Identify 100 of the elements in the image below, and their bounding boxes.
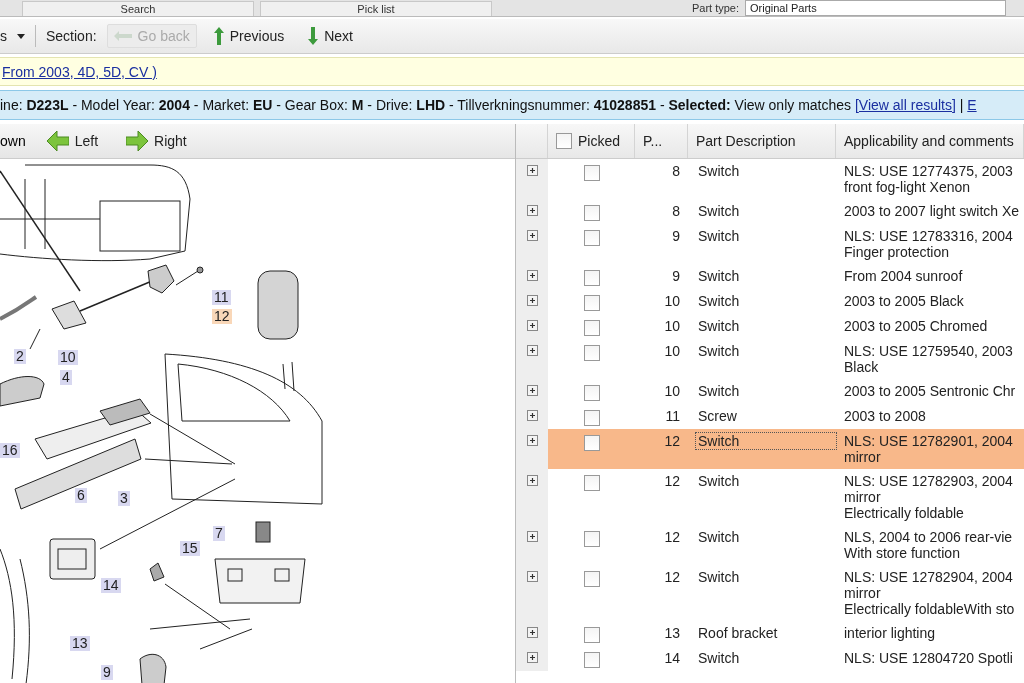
description-cell-text: Switch xyxy=(697,569,741,585)
description-cell: Switch xyxy=(696,433,836,449)
comment-line: 2003 to 2005 Chromed xyxy=(844,318,989,334)
callout-number[interactable]: 6 xyxy=(75,488,87,503)
part-type-field[interactable]: Original Parts xyxy=(745,0,1006,16)
callout-number[interactable]: 9 xyxy=(101,665,113,680)
menu-label: s xyxy=(0,28,7,44)
position-cell-text: 12 xyxy=(663,473,681,489)
expand-icon[interactable] xyxy=(526,652,538,663)
pick-checkbox[interactable] xyxy=(584,385,600,401)
pick-checkbox[interactable] xyxy=(584,571,600,587)
left-arrow-icon xyxy=(113,31,132,41)
callout-number[interactable]: 11 xyxy=(212,290,231,305)
pick-checkbox[interactable] xyxy=(584,410,600,426)
expand-icon[interactable] xyxy=(526,627,538,638)
callout-number[interactable]: 15 xyxy=(180,541,200,556)
pick-checkbox[interactable] xyxy=(584,205,600,221)
down-button[interactable]: own xyxy=(0,133,26,149)
description-cell-text: Switch xyxy=(697,650,741,666)
comment-line: front fog-light Xenon xyxy=(844,179,972,195)
position-cell-text: 10 xyxy=(663,318,681,334)
pick-checkbox[interactable] xyxy=(584,435,600,451)
column-header[interactable]: Applicability and comments xyxy=(844,133,1014,149)
expand-icon[interactable] xyxy=(526,270,538,281)
position-cell-text: 9 xyxy=(671,268,681,284)
expand-icon[interactable] xyxy=(526,410,538,421)
comment-line: NLS: USE 12774375, 2003 xyxy=(844,163,1014,179)
extra-link[interactable]: E xyxy=(967,97,977,113)
callout-number[interactable]: 3 xyxy=(118,491,130,506)
view-all-link[interactable]: [View all results] xyxy=(854,97,956,113)
table-row[interactable]: 12 Switch NLS: USE 12782901, 2004 mirror xyxy=(516,429,1024,469)
nav-button[interactable]: Next xyxy=(301,23,360,49)
pick-checkbox[interactable] xyxy=(584,531,600,547)
callout-number[interactable]: 2 xyxy=(14,349,26,364)
comment-line: From 2004 sunroof xyxy=(844,268,964,284)
caret-icon[interactable] xyxy=(17,33,25,39)
expand-icon[interactable] xyxy=(526,435,538,446)
comment-line: mirror xyxy=(844,585,882,601)
expand-icon[interactable] xyxy=(526,531,538,542)
expand-icon[interactable] xyxy=(526,230,538,241)
description-cell-text: Switch xyxy=(697,529,741,545)
position-cell-text: 12 xyxy=(663,569,681,585)
nav-button[interactable]: Previous xyxy=(206,23,292,49)
pick-checkbox[interactable] xyxy=(584,320,600,336)
comment-line: mirror xyxy=(844,449,882,465)
pick-checkbox[interactable] xyxy=(584,230,600,246)
callout-number[interactable]: 4 xyxy=(60,370,72,385)
position-cell-text: 13 xyxy=(663,625,681,641)
comment-line: 2003 to 2007 light switch Xe xyxy=(844,203,1021,219)
callout-number[interactable]: 7 xyxy=(213,526,225,541)
model-link[interactable]: From 2003, 4D, 5D, CV ) xyxy=(2,63,157,80)
pick-checkbox[interactable] xyxy=(584,652,600,668)
description-cell-text: Switch xyxy=(697,268,741,284)
select-all-checkbox[interactable] xyxy=(556,133,572,149)
position-cell-text: 12 xyxy=(663,433,681,449)
top-tab[interactable]: Search xyxy=(22,1,254,16)
column-header[interactable]: P... xyxy=(643,133,663,149)
comment-line: interior lighting xyxy=(844,625,937,641)
top-tab[interactable]: Pick list xyxy=(260,1,492,16)
description-cell-text: Screw xyxy=(697,408,738,424)
comment-line: NLS: USE 12759540, 2003 xyxy=(844,343,1014,359)
column-header[interactable]: Part Description xyxy=(696,133,796,149)
part-type-label: Part type: xyxy=(691,2,739,14)
comment-line: NLS, 2004 to 2006 rear-vie xyxy=(844,529,1014,545)
pan-button[interactable]: Right xyxy=(119,127,194,155)
pick-checkbox[interactable] xyxy=(584,165,600,181)
description-cell-text: Switch xyxy=(697,228,741,244)
position-cell-text: 8 xyxy=(671,163,681,179)
pick-checkbox[interactable] xyxy=(584,295,600,311)
pick-checkbox[interactable] xyxy=(584,345,600,361)
expand-icon[interactable] xyxy=(526,165,538,176)
expand-icon[interactable] xyxy=(526,385,538,396)
right-arrow-icon xyxy=(126,131,149,151)
position-cell-text: 14 xyxy=(663,650,681,666)
pick-checkbox[interactable] xyxy=(584,475,600,491)
expand-icon[interactable] xyxy=(526,295,538,306)
expand-icon[interactable] xyxy=(526,205,538,216)
expand-icon[interactable] xyxy=(526,571,538,582)
position-cell-text: 9 xyxy=(671,228,681,244)
pick-checkbox[interactable] xyxy=(584,270,600,286)
callout-number[interactable]: 16 xyxy=(0,443,20,458)
callout-number[interactable]: 14 xyxy=(101,578,121,593)
description-cell-text: Switch xyxy=(697,383,741,399)
description-cell-text: Switch xyxy=(697,293,741,309)
column-header[interactable]: Picked xyxy=(578,133,621,149)
comment-line: 2003 to 2005 Black xyxy=(844,293,965,309)
callout-number[interactable]: 10 xyxy=(58,350,78,365)
description-cell-text: Switch xyxy=(697,318,741,334)
pick-checkbox[interactable] xyxy=(584,627,600,643)
expand-icon[interactable] xyxy=(526,320,538,331)
callout-number[interactable]: 13 xyxy=(70,636,90,651)
position-cell-text: 10 xyxy=(663,343,681,359)
comment-line: 2003 to 2005 Sentronic Chr xyxy=(844,383,1017,399)
description-cell-text: Switch xyxy=(697,163,741,179)
callout-number[interactable]: 12 xyxy=(212,309,232,324)
expand-icon[interactable] xyxy=(526,345,538,356)
expand-icon[interactable] xyxy=(526,475,538,486)
up-arrow-icon xyxy=(213,27,224,45)
position-cell-text: 12 xyxy=(663,529,681,545)
pan-button[interactable]: Left xyxy=(39,127,106,155)
